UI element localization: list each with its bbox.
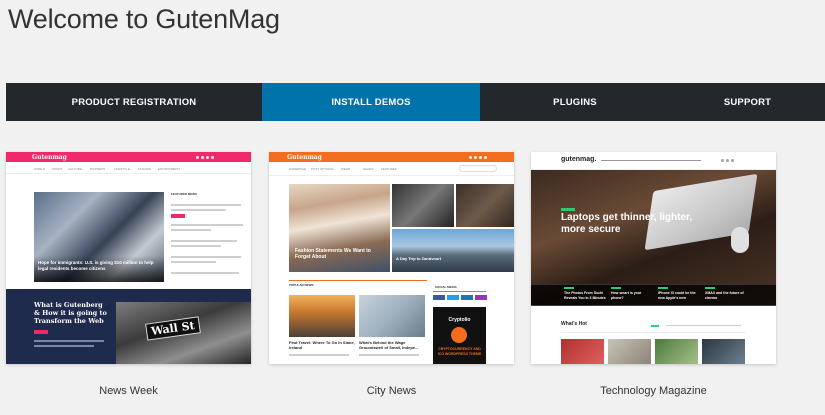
preview-hero-caption: Hope for immigrants: U.S. is giving $10 …	[38, 260, 154, 271]
demo-label: City News	[366, 385, 417, 397]
preview-strip-item: iPhone XI could be the new Apple's new	[658, 291, 696, 300]
preview-thumb-image	[561, 339, 604, 364]
preview-nav: HOMEPAGE POST OPTIONS WEAR SHOES FEATURE…	[269, 162, 514, 176]
preview-side-caption: A Day Trip to Zandvoort	[396, 256, 442, 261]
preview-nav-item: BUSINESS	[90, 167, 106, 171]
tab-plugins[interactable]: PLUGINS	[480, 83, 670, 121]
tab-install-demos[interactable]: INSTALL DEMOS	[262, 83, 480, 121]
preview-logo: gutenmag.	[561, 156, 597, 163]
preview-card-title: What's Behind the Wage Groundswell of Sm…	[359, 340, 419, 350]
page-title: Welcome to GutenMag	[8, 4, 280, 34]
preview-thumb-image	[608, 339, 651, 364]
preview-sidebar-heading: FEATURED NEWS	[171, 192, 197, 196]
preview-topbar: Gutenmag	[269, 152, 514, 162]
preview-section-heading: POPULAR NEWS	[289, 283, 314, 287]
tab-support[interactable]: SUPPORT	[670, 83, 825, 121]
preview-ad-logo	[451, 327, 467, 343]
social-icons	[196, 156, 214, 159]
preview-nav-item: FEATURES	[381, 167, 397, 171]
preview-ad-text: CRYPTOCURRENCY AND ICO WORDPRESS THEME	[437, 347, 482, 356]
preview-thumb-image	[655, 339, 698, 364]
preview-nav: WORLD SPORT CULTURE BUSINESS LIFESTYLE F…	[6, 162, 251, 174]
preview-hero-title: Laptops get thinner, lighter, more secur…	[561, 212, 693, 235]
preview-nav-item: SHOES	[363, 167, 374, 171]
preview-side-image	[456, 184, 514, 227]
preview-strip-item: How smart is your phone?	[611, 291, 642, 300]
preview-hero-caption: Fashion Statements We Want to Forget Abo…	[295, 248, 371, 260]
preview-social-heading: SOCIAL MEDIA	[435, 285, 457, 289]
preview-nav: gutenmag.	[531, 152, 776, 170]
preview-card-image	[289, 295, 355, 337]
preview-feature-title: What is Gutenberg & How it is going to T…	[34, 301, 107, 325]
preview-strip-item: XMAX and the future of cinema	[705, 291, 744, 300]
preview-nav-item: ENVIRONMENT	[158, 167, 181, 171]
tab-product-registration[interactable]: PRODUCT REGISTRATION	[6, 83, 262, 121]
preview-thumb-image	[702, 339, 745, 364]
preview-side-image	[392, 229, 514, 272]
demo-card-news-week[interactable]: Gutenmag WORLD SPORT CULTURE BUSINESS LI…	[6, 152, 251, 364]
preview-nav-item: LIFESTYLE	[114, 167, 130, 171]
demo-label: News Week	[99, 385, 158, 397]
preview-ad-title: Cryptolio	[448, 317, 471, 323]
demo-card-city-news[interactable]: Gutenmag HOMEPAGE POST OPTIONS WEAR SHOE…	[269, 152, 514, 364]
tab-bar: PRODUCT REGISTRATION INSTALL DEMOS PLUGI…	[6, 83, 825, 121]
preview-nav-item: WEAR	[341, 167, 350, 171]
preview-nav-item: POST OPTIONS	[311, 167, 334, 171]
demo-label: Technology Magazine	[600, 385, 707, 397]
preview-nav-item: SPORT	[52, 167, 63, 171]
preview-search-box	[459, 165, 497, 172]
demo-card-technology-magazine[interactable]: gutenmag. Laptops get thinner, lighter, …	[531, 152, 776, 364]
preview-ad-widget: Cryptolio CRYPTOCURRENCY AND ICO WORDPRE…	[433, 307, 486, 364]
preview-logo: Gutenmag	[287, 154, 322, 161]
preview-nav-item: WORLD	[34, 167, 46, 171]
social-icons	[721, 159, 734, 162]
preview-nav-item: CULTURE	[68, 167, 82, 171]
preview-card-image	[359, 295, 425, 337]
preview-section-heading: What's Hot	[561, 321, 587, 327]
preview-headline-strip: The Photos From Sochi Reveals You in 3 M…	[531, 284, 776, 306]
preview-mouse-image	[731, 227, 749, 253]
social-icons	[469, 156, 487, 159]
preview-strip-item: The Photos From Sochi Reveals You in 3 M…	[564, 291, 606, 300]
preview-side-image	[392, 184, 454, 227]
preview-nav-item: HOMEPAGE	[289, 167, 307, 171]
preview-card-title: Find Travel: Where To Go In Slane, Irela…	[289, 340, 355, 350]
preview-topbar: Gutenmag	[6, 152, 251, 162]
preview-nav-item: FASHION	[138, 167, 152, 171]
preview-logo: Gutenmag	[32, 154, 67, 161]
